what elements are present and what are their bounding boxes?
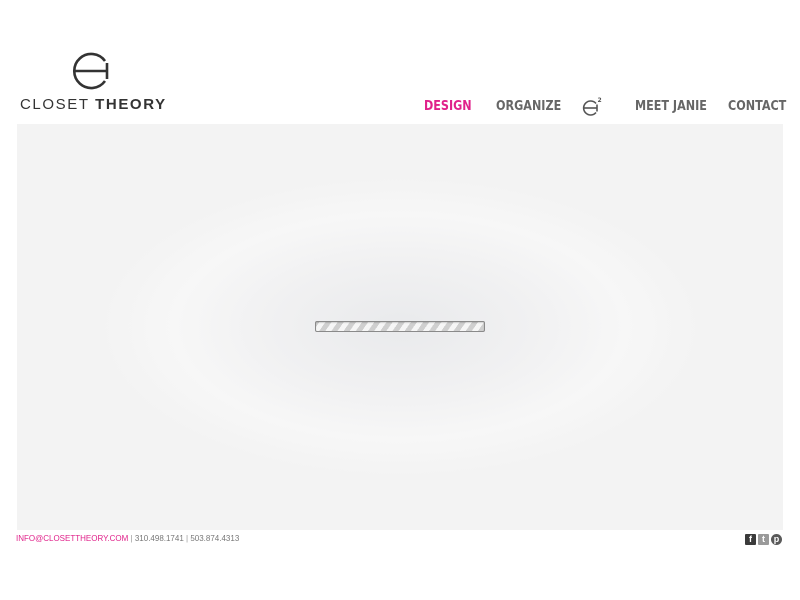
loading-progress-fill [316, 322, 484, 331]
nav-item-e2[interactable]: 2 [582, 96, 604, 118]
nav-item-organize[interactable]: ORGANIZE [496, 96, 561, 118]
pinterest-icon[interactable]: p [771, 534, 782, 545]
footer-email-link[interactable]: INFO@CLOSETTHEORY.COM [16, 534, 128, 543]
logo-wordmark: CLOSET THEORY [20, 97, 167, 113]
nav-item-meet-janie[interactable]: MEET JANIE [635, 96, 707, 118]
main-nav: DESIGN ORGANIZE 2 MEET JANIE CONTACT [400, 96, 786, 118]
footer-separator: | [130, 534, 133, 543]
nav-item-contact[interactable]: CONTACT [728, 96, 786, 118]
twitter-icon[interactable]: t [758, 534, 769, 545]
page: CLOSET THEORY DESIGN ORGANIZE 2 MEET JAN… [0, 0, 800, 600]
logo-word-theory: THEORY [95, 96, 167, 113]
closet-theory-logo-icon [73, 52, 109, 90]
facebook-icon[interactable]: f [745, 534, 756, 545]
main-content-area [17, 124, 783, 530]
logo-word-closet: CLOSET [20, 96, 90, 113]
nav-item-design[interactable]: DESIGN [424, 96, 472, 118]
logo-link[interactable]: CLOSET THEORY [20, 50, 165, 116]
footer-separator: | [186, 534, 189, 543]
footer-phone-2: 503.874.4313 [190, 534, 240, 543]
footer-contact: INFO@CLOSETTHEORY.COM | 310.498.1741 | 5… [16, 534, 239, 544]
loading-progress-bar [315, 321, 485, 332]
e2-superscript: 2 [598, 97, 602, 104]
footer-phone-1: 310.498.1741 [134, 534, 184, 543]
e2-logo-icon: 2 [582, 97, 602, 116]
